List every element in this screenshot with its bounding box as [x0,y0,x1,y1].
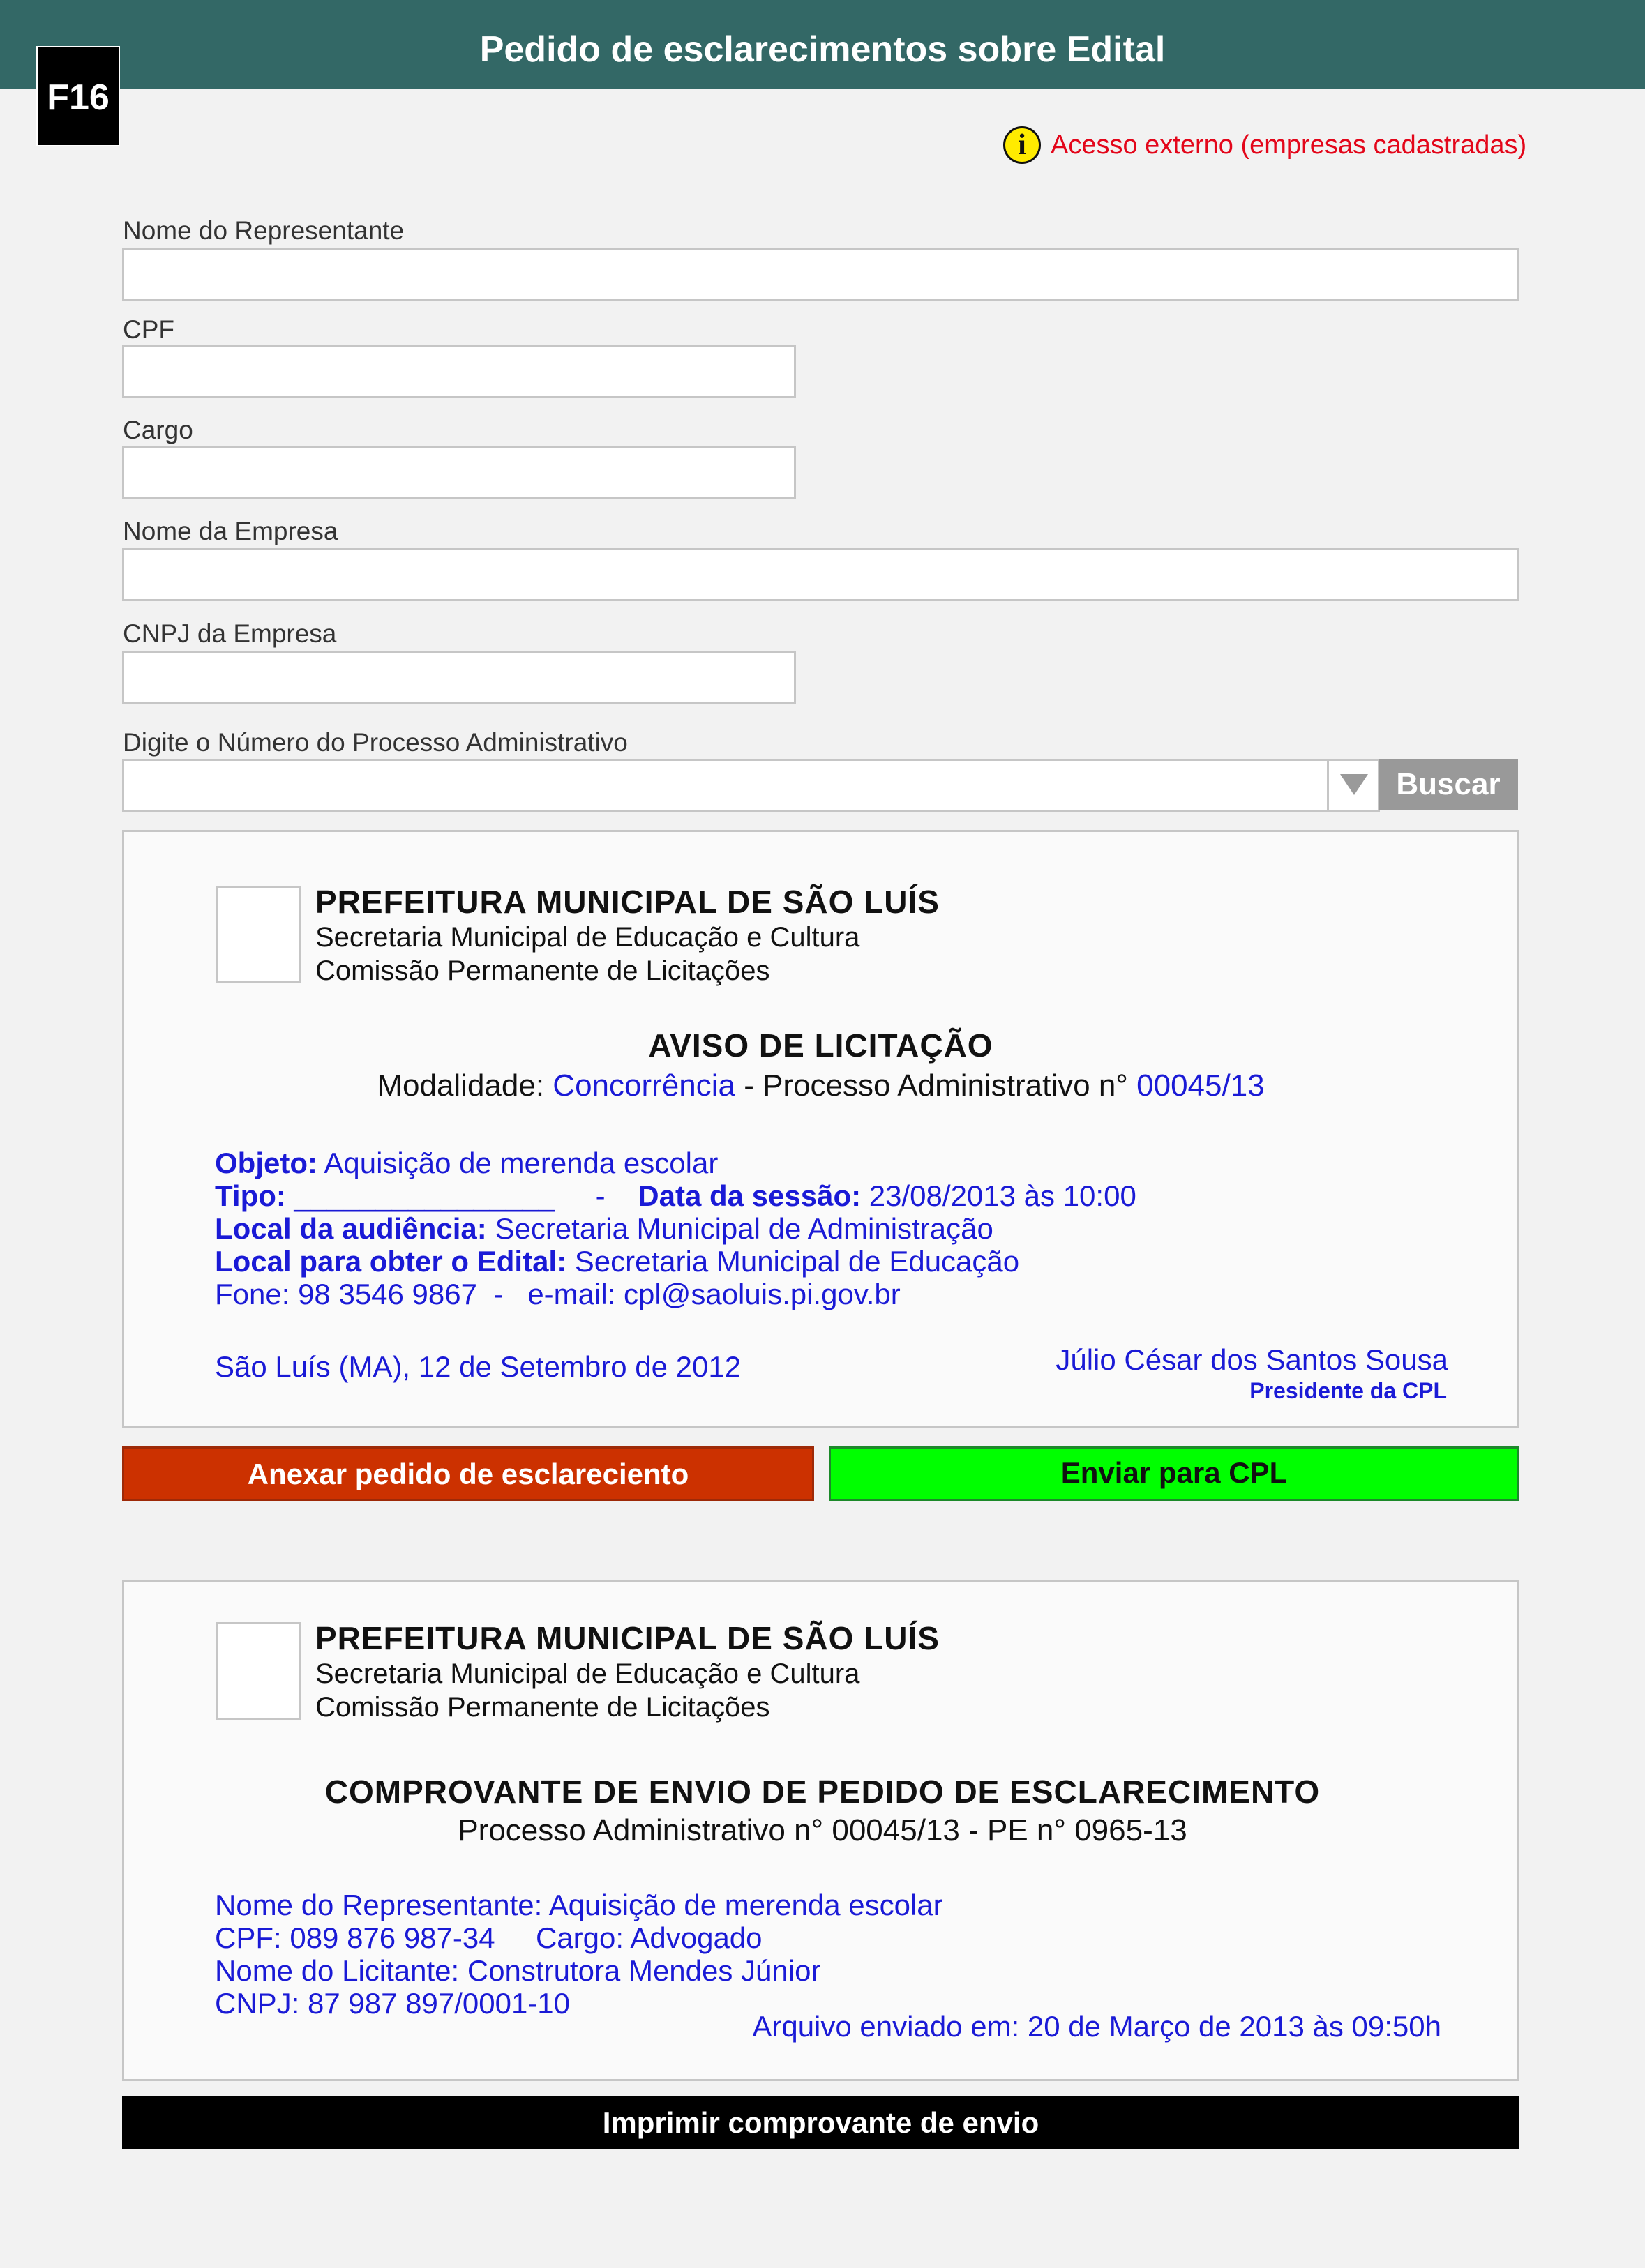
receipt-representative: Nome do Representante: Aquisição de mere… [215,1889,943,1921]
chevron-down-icon [1339,774,1368,795]
receipt-org-name: PREFEITURA MUNICIPAL DE SÃO LUÍS [315,1620,940,1656]
receipt-subtitle: Processo Administrativo n° 00045/13 - PE… [458,1813,1187,1847]
receipt-dept-2: Comissão Permanente de Licitações [315,1692,770,1723]
dropdown-toggle[interactable] [1327,759,1379,810]
modality-value: Concorrência [553,1068,735,1103]
notice-signatory: Júlio César dos Santos Sousa [1056,1343,1448,1376]
hearing-place-label: Local da audiência: [215,1212,487,1245]
notice-object-line: Objeto: Aquisição de merenda escolar [215,1147,718,1179]
access-notice: i Acesso externo (empresas cadastradas) [1003,124,1526,166]
company-name-input[interactable] [122,548,1519,601]
notice-dept-1: Secretaria Municipal de Educação e Cultu… [315,922,860,953]
object-value: Aquisição de merenda escolar [317,1147,719,1179]
notice-org-name: PREFEITURA MUNICIPAL DE SÃO LUÍS [315,884,940,920]
company-cnpj-input[interactable] [122,651,796,704]
session-date-label: Data da sessão: [638,1179,862,1212]
session-date-value: 23/08/2013 às 10:00 [861,1179,1136,1212]
receipt-cpf-role: CPF: 089 876 987-34 Cargo: Advogado [215,1921,763,1954]
notice-modality-line: Modalidade: Concorrência - Processo Admi… [122,1068,1519,1103]
notice-contact-line: Fone: 98 3546 9867 - e-mail: cpl@saoluis… [215,1278,901,1310]
page-title: Pedido de esclarecimentos sobre Edital [479,29,1166,70]
hearing-place-value: Secretaria Municipal de Administração [486,1212,993,1245]
print-receipt-button[interactable]: Imprimir comprovante de envio [122,2096,1519,2149]
edital-place-label: Local para obter o Edital: [215,1245,567,1278]
process-number-label: Digite o Número do Processo Administrati… [123,728,628,757]
notice-edital-line: Local para obter o Edital: Secretaria Mu… [215,1245,1019,1278]
cpf-label: CPF [123,315,174,344]
info-icon: i [1003,126,1041,164]
receipt-cnpj: CNPJ: 87 987 897/0001-10 [215,1987,571,2020]
receipt-dept-1: Secretaria Municipal de Educação e Cultu… [315,1658,860,1689]
access-notice-text: Acesso externo (empresas cadastradas) [1051,130,1527,160]
company-cnpj-label: CNPJ da Empresa [123,619,337,648]
notice-title: AVISO DE LICITAÇÃO [648,1027,993,1064]
notice-signatory-role: Presidente da CPL [1249,1378,1447,1403]
cpf-input[interactable] [122,345,796,398]
type-value: ________________ - [285,1179,638,1212]
modality-label: Modalidade: [377,1068,553,1103]
attach-request-button[interactable]: Anexar pedido de esclareciento [122,1446,814,1501]
role-label: Cargo [123,416,193,444]
representative-name-input[interactable] [122,248,1519,301]
edital-place-value: Secretaria Municipal de Educação [566,1245,1020,1278]
receipt-bidder: Nome do Licitante: Construtora Mendes Jú… [215,1954,821,1987]
notice-place-date: São Luís (MA), 12 de Setembro de 2012 [215,1350,742,1383]
notice-dept-2: Comissão Permanente de Licitações [315,955,770,986]
notice-type-line: Tipo: ________________ - Data da sessão:… [215,1179,1136,1212]
search-button[interactable]: Buscar [1379,759,1518,810]
company-name-label: Nome da Empresa [123,517,338,545]
municipality-logo [216,886,301,983]
process-value: 00045/13 [1136,1068,1265,1103]
notice-hearing-line: Local da audiência: Secretaria Municipal… [215,1212,993,1245]
receipt-sent-at: Arquivo enviado em: 20 de Março de 2013 … [752,2010,1441,2043]
screen-id-badge: F16 [36,46,120,146]
municipality-logo [216,1622,301,1720]
object-label: Objeto: [215,1147,317,1179]
send-to-cpl-button[interactable]: Enviar para CPL [829,1446,1519,1501]
process-number-select[interactable] [122,759,1380,812]
process-label: - Processo Administrativo n° [735,1068,1137,1103]
receipt-title: COMPROVANTE DE ENVIO DE PEDIDO DE ESCLAR… [324,1774,1321,1810]
page-header: Pedido de esclarecimentos sobre Edital [0,0,1645,89]
representative-name-label: Nome do Representante [123,216,405,245]
type-label: Tipo: [215,1179,286,1212]
role-input[interactable] [122,446,796,499]
